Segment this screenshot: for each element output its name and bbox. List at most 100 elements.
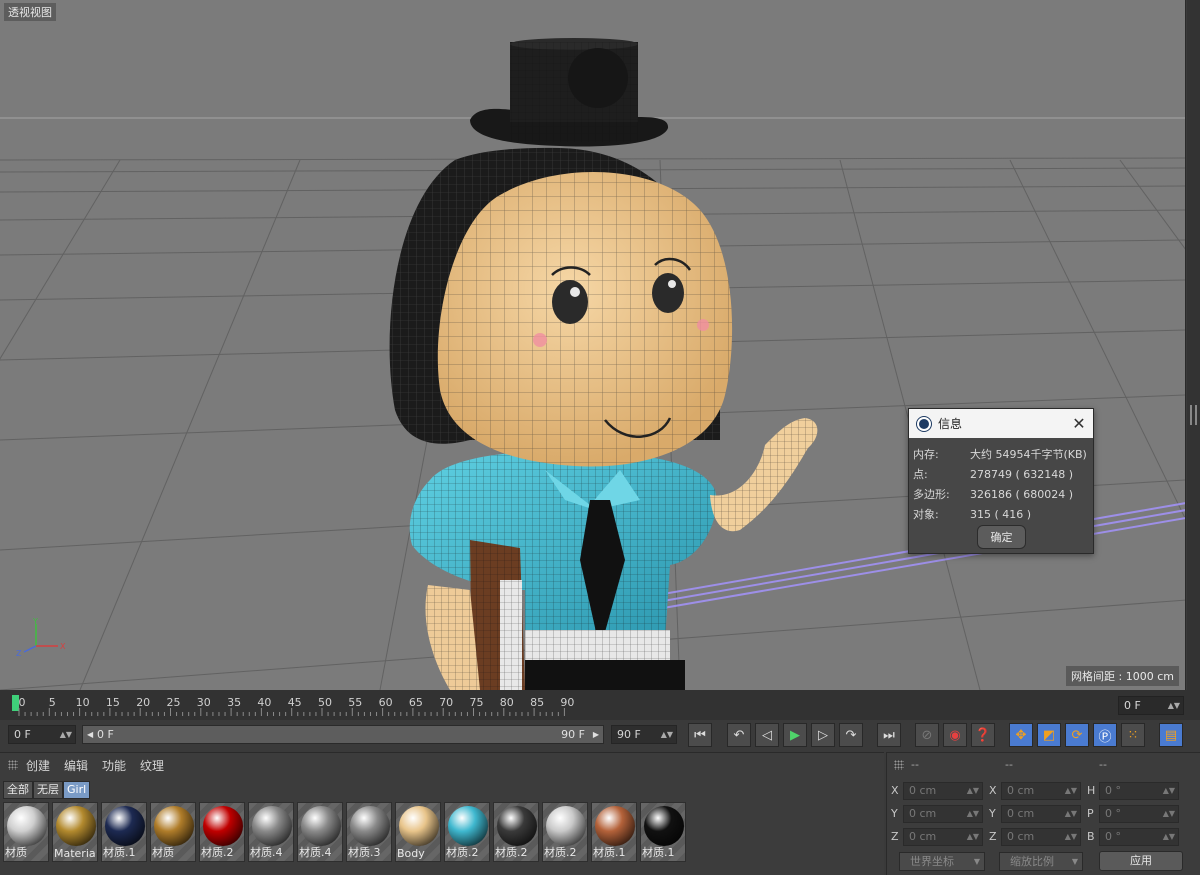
next-key-button[interactable]: ↷ xyxy=(839,723,863,747)
previous-key-icon: ↶ xyxy=(733,727,745,743)
spinner-icon[interactable]: ▲▼ xyxy=(1163,829,1175,845)
spinner-icon[interactable]: ▲▼ xyxy=(661,726,673,743)
skip-start-icon: ⏮ xyxy=(694,727,706,743)
rotate-icon: ⟳ xyxy=(1071,727,1083,743)
panel-grip-icon[interactable] xyxy=(8,760,18,770)
axis-y-label: Y xyxy=(32,618,38,626)
position-header: -- xyxy=(911,758,919,771)
spinner-icon[interactable]: ▲▼ xyxy=(1065,829,1077,845)
coordinate-field[interactable]: 0 cm ▲▼ xyxy=(903,828,983,846)
material-tab[interactable]: Girl xyxy=(63,781,91,799)
material-swatch[interactable]: 材质.1 xyxy=(640,802,686,862)
range-end-value: 90 F xyxy=(561,728,585,741)
previous-key-button[interactable]: ↶ xyxy=(727,723,751,747)
end-frame-field[interactable]: 90 F ▲▼ xyxy=(611,725,677,744)
perspective-viewport[interactable]: 透视视图 网格间距 : 1000 cm Y X Z 信息 ✕ 内存: 大约 549… xyxy=(0,0,1186,690)
keyframe-selection-button[interactable]: ❓ xyxy=(971,723,995,747)
apply-button[interactable]: 应用 xyxy=(1099,851,1183,871)
material-swatch[interactable]: 材质.2 xyxy=(493,802,539,862)
coordinate-field[interactable]: 0 cm ▲▼ xyxy=(1001,782,1081,800)
material-swatch[interactable]: 材质.1 xyxy=(591,802,637,862)
rotate-key-button[interactable]: ⟳ xyxy=(1065,723,1089,747)
timeline-button[interactable]: ▤ xyxy=(1159,723,1183,747)
go-to-end-button[interactable]: ⏭ xyxy=(877,723,901,747)
material-preview-sphere xyxy=(595,806,635,846)
dialog-title-bar[interactable]: 信息 ✕ xyxy=(909,409,1093,438)
material-swatch[interactable]: Body xyxy=(395,802,441,862)
range-start-value: 0 F xyxy=(97,728,114,741)
coordinate-field[interactable]: 0 ° ▲▼ xyxy=(1099,828,1179,846)
scale-mode-dropdown[interactable]: 缩放比例 ▼ xyxy=(999,852,1083,871)
move-key-button[interactable]: ✥ xyxy=(1009,723,1033,747)
autokey-button[interactable]: ◉ xyxy=(943,723,967,747)
coordinate-field[interactable]: 0 cm ▲▼ xyxy=(903,805,983,823)
material-menu-item[interactable]: 功能 xyxy=(102,757,126,774)
material-menu-item[interactable]: 创建 xyxy=(26,757,50,774)
material-swatch[interactable]: 材质 xyxy=(150,802,196,862)
close-icon[interactable]: ✕ xyxy=(1065,409,1093,438)
material-menu-item[interactable]: 编辑 xyxy=(64,757,88,774)
material-swatch[interactable]: 材质.4 xyxy=(297,802,343,862)
material-swatch[interactable]: Materia xyxy=(52,802,98,862)
material-swatch[interactable]: 材质.2 xyxy=(542,802,588,862)
panel-grip-icon[interactable] xyxy=(894,760,904,770)
material-swatch[interactable]: 材质.2 xyxy=(199,802,245,862)
scale-mode-value: 缩放比例 xyxy=(1010,855,1054,868)
spinner-icon[interactable]: ▲▼ xyxy=(1065,806,1077,822)
current-frame-value: 0 F xyxy=(1124,699,1141,712)
spinner-icon[interactable]: ▲▼ xyxy=(1163,806,1175,822)
spinner-icon[interactable]: ▲▼ xyxy=(967,806,979,822)
coordinate-field[interactable]: 0 cm ▲▼ xyxy=(1001,828,1081,846)
viewport-label[interactable]: 透视视图 xyxy=(4,3,56,21)
coordinate-field[interactable]: 0 cm ▲▼ xyxy=(1001,805,1081,823)
point-level-button[interactable]: ⁙ xyxy=(1121,723,1145,747)
play-button[interactable]: ▶ xyxy=(783,723,807,747)
frame-range-slider[interactable]: ◀ 0 F 90 F ▶ xyxy=(82,725,604,744)
next-key-icon: ↷ xyxy=(845,727,857,743)
current-frame-field[interactable]: 0 F ▲▼ xyxy=(1118,696,1184,715)
ruler-label: 70 xyxy=(439,696,453,709)
material-swatch[interactable]: 材质 xyxy=(3,802,49,862)
material-swatch[interactable]: 材质.4 xyxy=(248,802,294,862)
resize-handle-icon[interactable] xyxy=(1190,405,1197,425)
spinner-icon[interactable]: ▲▼ xyxy=(60,726,72,743)
material-swatch[interactable]: 材质.2 xyxy=(444,802,490,862)
coordinate-value: 0 ° xyxy=(1105,830,1121,843)
coordinate-field[interactable]: 0 ° ▲▼ xyxy=(1099,805,1179,823)
material-swatch[interactable]: 材质.1 xyxy=(101,802,147,862)
param-key-button[interactable]: Ⓟ xyxy=(1093,723,1117,747)
spinner-icon[interactable]: ▲▼ xyxy=(1163,783,1175,799)
previous-frame-button[interactable]: ◁ xyxy=(755,723,779,747)
spinner-icon[interactable]: ▲▼ xyxy=(967,783,979,799)
axis-label: H xyxy=(1087,784,1096,797)
go-to-start-button[interactable]: ⏮ xyxy=(688,723,712,747)
material-preview-sphere xyxy=(497,806,537,846)
coordinate-field[interactable]: 0 ° ▲▼ xyxy=(1099,782,1179,800)
arrow-left-icon[interactable]: ◀ xyxy=(87,726,93,743)
material-preview-sphere xyxy=(546,806,586,846)
material-menu-item[interactable]: 纹理 xyxy=(140,757,164,774)
start-frame-field[interactable]: 0 F ▲▼ xyxy=(8,725,76,744)
axis-label: Y xyxy=(989,807,996,820)
spinner-icon[interactable]: ▲▼ xyxy=(967,829,979,845)
ok-button[interactable]: 确定 xyxy=(977,525,1026,549)
arrow-right-icon[interactable]: ▶ xyxy=(593,726,599,743)
coordinate-field[interactable]: 0 cm ▲▼ xyxy=(903,782,983,800)
material-preview-sphere xyxy=(154,806,194,846)
material-tab[interactable]: 无层 xyxy=(33,781,63,799)
info-rows: 内存: 大约 54954千字节(KB) 点: 278749 ( 632148 ) 多边形… xyxy=(909,438,1093,524)
material-swatch[interactable]: 材质.3 xyxy=(346,802,392,862)
material-name: 材质 xyxy=(5,846,27,859)
scale-key-button[interactable]: ◩ xyxy=(1037,723,1061,747)
spinner-icon[interactable]: ▲▼ xyxy=(1065,783,1077,799)
material-name: 材质 xyxy=(152,846,174,859)
record-button[interactable]: ⊘ xyxy=(915,723,939,747)
coordinate-mode-dropdown[interactable]: 世界坐标 ▼ xyxy=(899,852,985,871)
material-tab[interactable]: 全部 xyxy=(3,781,33,799)
next-frame-button[interactable]: ▷ xyxy=(811,723,835,747)
ruler-label: 75 xyxy=(470,696,484,709)
ruler-label: 55 xyxy=(348,696,362,709)
timeline-ruler[interactable]: 0 5 10 15 20 25 30 35 40 45 50 55 60 65 70 75 80 85 90 xyxy=(0,690,1200,720)
spinner-icon[interactable]: ▲▼ xyxy=(1168,697,1180,714)
ruler-label: 45 xyxy=(288,696,302,709)
